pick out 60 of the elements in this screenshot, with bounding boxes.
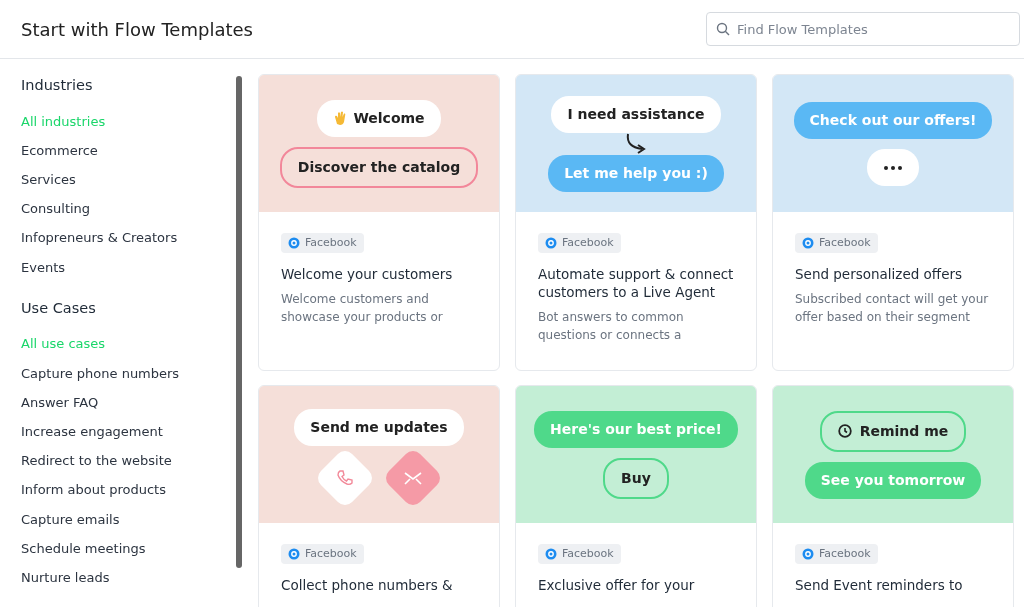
- sidebar-item[interactable]: Events: [21, 252, 65, 282]
- template-title: Collect phone numbers &: [281, 576, 454, 595]
- template-card[interactable]: Send me updates Facebook Collect phone numbers &: [258, 385, 500, 607]
- chat-bubble: I need assistance: [551, 95, 721, 133]
- messenger-icon: [288, 548, 300, 560]
- template-description: Bot answers to common questions or connects a: [538, 309, 685, 344]
- sidebar-item[interactable]: Answer FAQ: [21, 388, 99, 418]
- envelope-icon: [403, 471, 423, 485]
- template-title: Automate support & connect customers to a Live Agent: [538, 265, 735, 302]
- sidebar-item[interactable]: Services: [21, 165, 76, 195]
- chat-bubble: Here's our best price!: [534, 410, 738, 448]
- messenger-icon: [288, 237, 300, 249]
- dots-icon: [883, 163, 903, 172]
- template-card[interactable]: Check out our offers! Facebook Send personalized offers Subscribed contact will get your offer based on their segment: [772, 74, 1014, 371]
- template-title: Welcome your customers: [281, 265, 454, 284]
- clock-icon: [837, 424, 852, 438]
- chat-bubble: Remind me: [819, 410, 967, 452]
- messenger-icon: [802, 237, 814, 249]
- sidebar-item[interactable]: Infopreneurs & Creators: [21, 223, 178, 253]
- chat-bubble: Let me help you :): [548, 154, 724, 192]
- sidebar-item[interactable]: Redirect to the website: [21, 446, 172, 476]
- sidebar-item[interactable]: Inform about products: [21, 475, 166, 505]
- template-title: Send Event reminders to: [795, 576, 964, 595]
- sidebar-item[interactable]: Capture phone numbers: [21, 358, 180, 388]
- section-title: Industries: [21, 76, 94, 95]
- chat-bubble: Buy: [603, 457, 669, 499]
- template-card[interactable]: Remind me See you tomorrow Facebook Send Event reminders to: [772, 385, 1014, 607]
- template-card[interactable]: Here's our best price! Buy Facebook Exclusive offer for your: [515, 385, 757, 607]
- sidebar-item[interactable]: Increase engagement: [21, 417, 163, 447]
- template-card[interactable]: Welcome Discover the catalog Facebook Welcome your customers Welcome customers and showcase your products or: [258, 74, 500, 371]
- channel-tag: Facebook: [281, 543, 364, 565]
- template-title: Exclusive offer for your: [538, 576, 696, 595]
- template-description: Subscribed contact will get your offer based on their segment: [795, 291, 990, 326]
- page-title: Start with Flow Templates: [21, 17, 253, 42]
- arrow-icon: [624, 132, 648, 155]
- messenger-icon: [802, 548, 814, 560]
- sidebar-item[interactable]: Schedule meetings: [21, 533, 146, 564]
- channel-tag: Facebook: [538, 232, 621, 254]
- chat-bubble: Welcome: [317, 99, 441, 137]
- phone-icon: [336, 469, 354, 487]
- sidebar-item[interactable]: Ecommerce: [21, 135, 98, 166]
- sidebar-item[interactable]: Capture emails: [21, 504, 120, 534]
- template-title: Send personalized offers: [795, 265, 964, 284]
- messenger-icon: [545, 548, 557, 560]
- channel-tag: Facebook: [281, 232, 364, 254]
- scrollbar[interactable]: [236, 76, 242, 568]
- search-field[interactable]: Find Flow Templates: [706, 12, 1020, 46]
- sidebar-item[interactable]: Nurture leads: [21, 563, 110, 593]
- template-card[interactable]: I need assistance Let me help you :) Facebook Automate support & connect customers to a Live Agent Bot answers to common questions or connects a: [515, 74, 757, 371]
- channel-tag: Facebook: [538, 543, 621, 565]
- section-title: Use Cases: [21, 298, 97, 318]
- messenger-icon: [545, 237, 557, 249]
- chat-bubble: Check out our offers!: [793, 101, 993, 139]
- sidebar-item[interactable]: Consulting: [21, 194, 91, 224]
- template-description: Welcome customers and showcase your products or: [281, 291, 444, 326]
- channel-tag: Facebook: [795, 543, 878, 565]
- channel-tag: Facebook: [795, 232, 878, 254]
- chat-bubble: See you tomorrow: [804, 461, 982, 499]
- chat-bubble: Send me updates: [294, 409, 464, 446]
- chat-bubble: Discover the catalog: [279, 146, 479, 188]
